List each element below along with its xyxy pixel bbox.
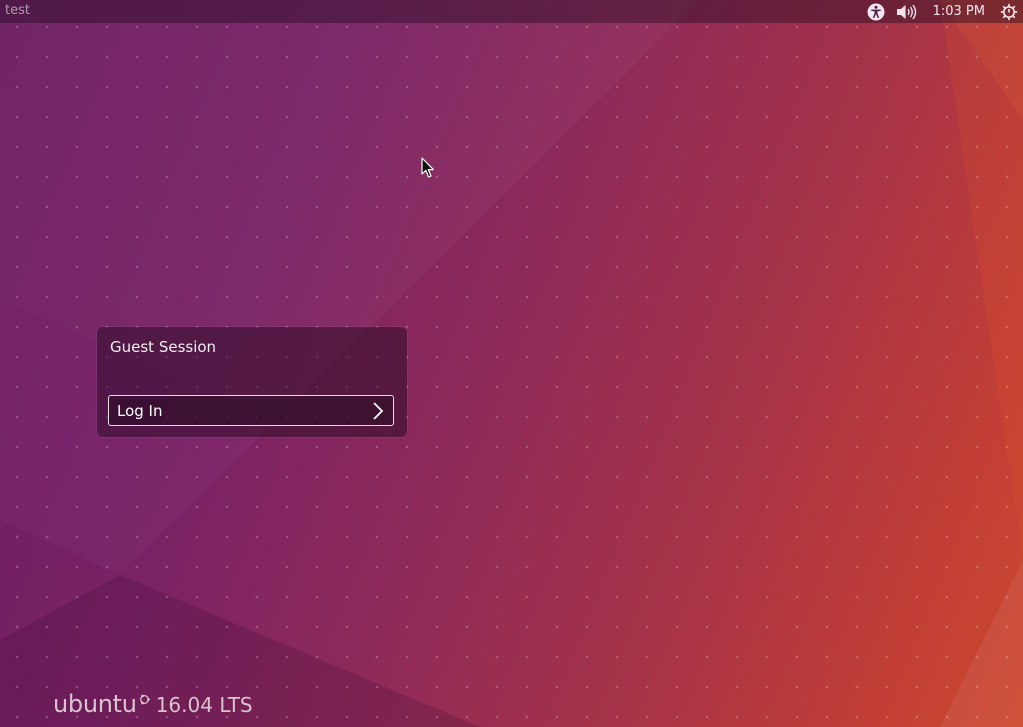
- top-panel: test 1:03 PM: [0, 0, 1023, 23]
- panel-indicators: 1:03 PM: [865, 0, 1023, 23]
- power-indicator[interactable]: [998, 0, 1020, 23]
- version-label: 16.04 LTS: [155, 693, 253, 717]
- mouse-pointer-icon: [421, 157, 434, 178]
- ubuntu-wordmark: ubuntu: [53, 690, 137, 718]
- accessibility-indicator[interactable]: [865, 0, 887, 23]
- login-screen: test 1:03 PM Guest Session Log In ubuntu…: [0, 0, 1023, 727]
- log-in-button[interactable]: Log In: [108, 395, 394, 426]
- chevron-right-icon: [373, 402, 384, 420]
- clock-indicator[interactable]: 1:03 PM: [933, 0, 985, 23]
- user-login-card[interactable]: Guest Session Log In: [97, 327, 407, 437]
- hostname-label: test: [5, 3, 30, 18]
- power-icon: [1000, 3, 1018, 20]
- circle-of-friends-icon: [139, 694, 150, 705]
- ubuntu-branding: ubuntu 16.04 LTS: [53, 690, 253, 724]
- user-name-label: Guest Session: [110, 338, 217, 356]
- sound-icon: [896, 4, 916, 19]
- log-in-label: Log In: [117, 402, 163, 420]
- sound-indicator[interactable]: [895, 0, 919, 23]
- accessibility-icon: [867, 3, 885, 20]
